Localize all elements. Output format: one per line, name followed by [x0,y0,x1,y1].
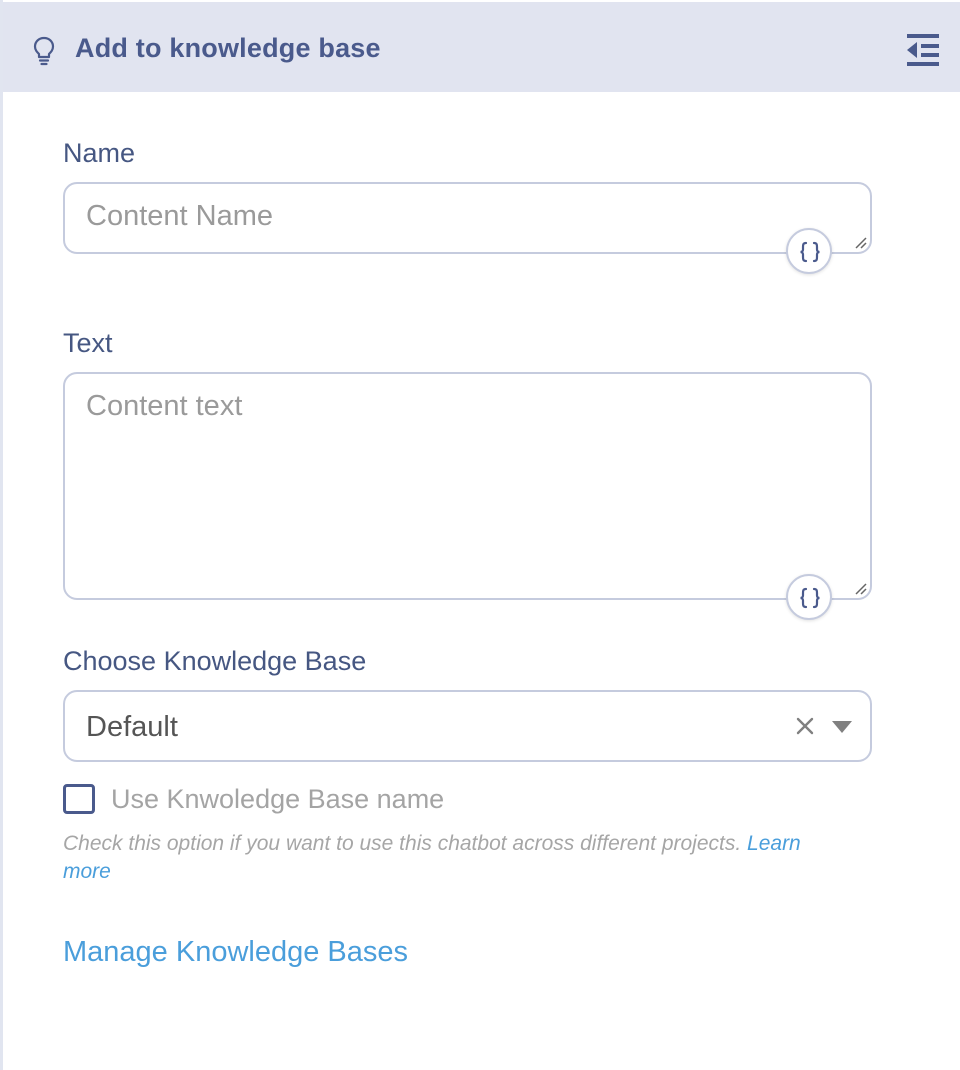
use-kb-name-checkbox[interactable] [63,784,95,814]
knowledge-base-selected-value: Default [86,711,178,743]
knowledge-base-select[interactable]: Default [63,690,872,762]
content-text-input[interactable]: Content text [63,372,872,600]
text-variable-button[interactable] [786,574,832,620]
manage-knowledge-bases-link[interactable]: Manage Knowledge Bases [63,934,408,970]
lightbulb-icon [31,36,57,66]
curly-braces-icon [800,587,820,609]
use-kb-name-label[interactable]: Use Knwoledge Base name [111,782,444,816]
name-label: Name [63,138,136,168]
content-name-input[interactable]: Content Name [63,182,872,254]
name-variable-button[interactable] [786,228,832,274]
panel-title: Add to knowledge base [75,33,381,63]
collapse-panel-icon[interactable] [903,32,943,68]
knowledge-base-label: Choose Knowledge Base [63,646,367,676]
panel-header: Add to knowledge base [3,0,960,92]
close-icon[interactable] [795,716,815,736]
curly-braces-icon [800,241,820,263]
content-text-placeholder: Content text [86,390,243,422]
help-text-body: Check this option if you want to use thi… [63,832,742,855]
text-label: Text [63,328,113,358]
caret-down-icon[interactable] [831,720,853,734]
resize-handle-icon[interactable] [854,582,868,596]
help-text: Check this option if you want to use thi… [63,830,873,886]
resize-handle-icon[interactable] [854,236,868,250]
side-panel: Add to knowledge base Name Content Name … [0,0,960,1070]
content-name-placeholder: Content Name [86,200,273,232]
